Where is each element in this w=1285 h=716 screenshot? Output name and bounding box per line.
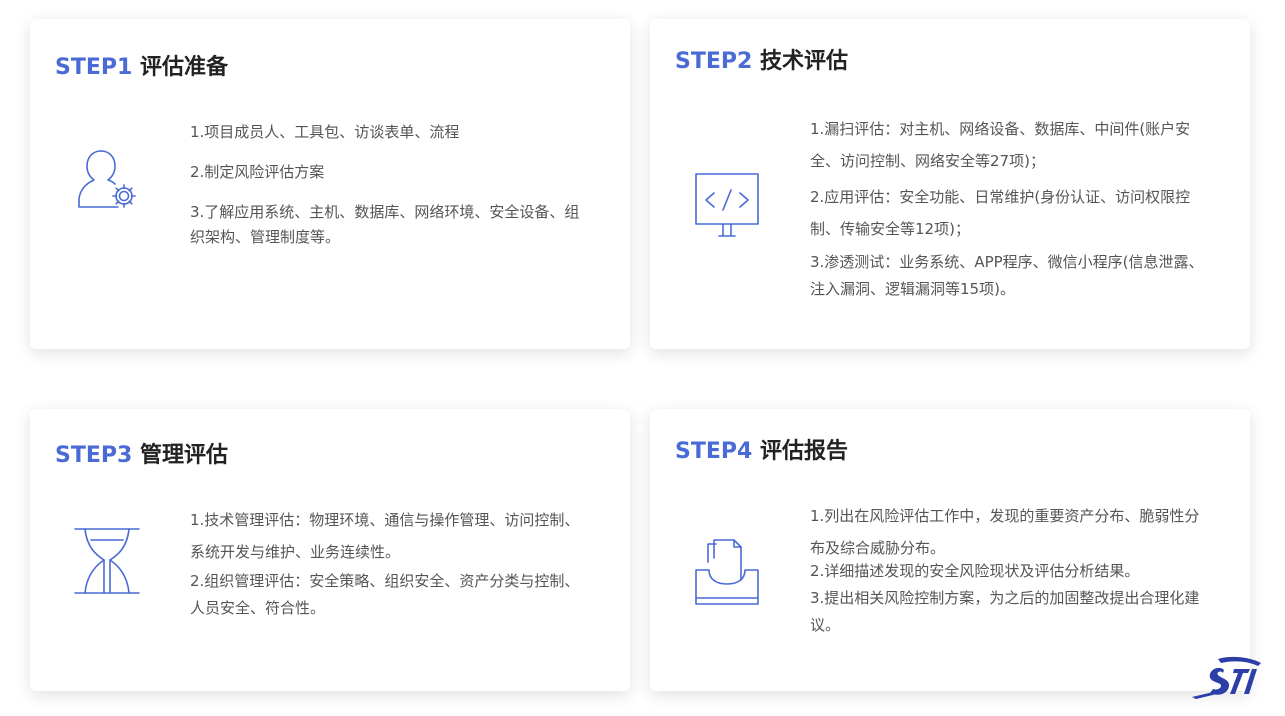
user-gear-icon [74, 147, 140, 213]
company-logo-icon [1188, 654, 1268, 700]
step3-item-1: 1.技术管理评估：物理环境、通信与操作管理、访问控制、系统开发与维护、业务连续性… [190, 511, 580, 561]
step1-title-text: 评估准备 [139, 55, 228, 80]
step4-item-2: 2.详细描述发现的安全风险现状及评估分析结果。 [810, 562, 1140, 580]
step1-title: STEP1 评估准备 [55, 53, 228, 83]
step2-card: STEP2 技术评估 1.漏扫评估：对主机、网络设备、数据库、中间件(账户安全、… [650, 19, 1250, 349]
step4-item-3: 3.提出相关风险控制方案，为之后的加固整改提出合理化建议。 [810, 589, 1200, 634]
step2-title: STEP2 技术评估 [675, 47, 848, 77]
code-monitor-icon [694, 172, 760, 238]
step1-label: STEP1 [55, 55, 133, 80]
step2-item-2: 2.应用评估：安全功能、日常维护(身份认证、访问权限控制、传输安全等12项)； [810, 188, 1191, 238]
step2-label: STEP2 [675, 49, 753, 74]
step4-item-1: 1.列出在风险评估工作中，发现的重要资产分布、脆弱性分布及综合威胁分布。 [810, 507, 1200, 557]
step4-title: STEP4 评估报告 [675, 437, 848, 467]
step2-title-text: 技术评估 [759, 49, 848, 74]
hourglass-icon [74, 527, 140, 594]
step1-item-2: 2.制定风险评估方案 [190, 163, 325, 181]
step1-card: STEP1 评估准备 1.项目成员人、工具包、访谈表单、流程 2.制定风险评估方… [30, 19, 630, 349]
step3-body: 1.技术管理评估：物理环境、通信与操作管理、访问控制、系统开发与维护、业务连续性… [190, 504, 590, 622]
step2-item-3: 3.渗透测试：业务系统、APP程序、微信小程序(信息泄露、注入漏洞、逻辑漏洞等1… [810, 253, 1204, 298]
step2-body: 1.漏扫评估：对主机、网络设备、数据库、中间件(账户安全、访问控制、网络安全等2… [810, 113, 1210, 303]
step3-label: STEP3 [55, 443, 133, 468]
step4-title-text: 评估报告 [759, 439, 848, 464]
step1-body: 1.项目成员人、工具包、访谈表单、流程 2.制定风险评估方案 3.了解应用系统、… [190, 120, 590, 250]
step3-title: STEP3 管理评估 [55, 441, 228, 471]
step3-title-text: 管理评估 [139, 443, 228, 468]
step3-card: STEP3 管理评估 1.技术管理评估：物理环境、通信与操作管理、访问控制、系统… [30, 409, 630, 691]
step1-item-3: 3.了解应用系统、主机、数据库、网络环境、安全设备、组织架构、管理制度等。 [190, 203, 580, 246]
step4-body: 1.列出在风险评估工作中，发现的重要资产分布、脆弱性分布及综合威胁分布。 2.详… [810, 500, 1210, 639]
step1-item-1: 1.项目成员人、工具包、访谈表单、流程 [190, 123, 460, 141]
step2-item-1: 1.漏扫评估：对主机、网络设备、数据库、中间件(账户安全、访问控制、网络安全等2… [810, 120, 1191, 170]
step3-item-2: 2.组织管理评估：安全策略、组织安全、资产分类与控制、人员安全、符合性。 [190, 572, 580, 617]
step4-label: STEP4 [675, 439, 753, 464]
document-tray-icon [694, 538, 760, 605]
step4-card: STEP4 评估报告 1.列出在风险评估工作中，发现的重要资产分布、脆弱性分布及… [650, 409, 1250, 691]
